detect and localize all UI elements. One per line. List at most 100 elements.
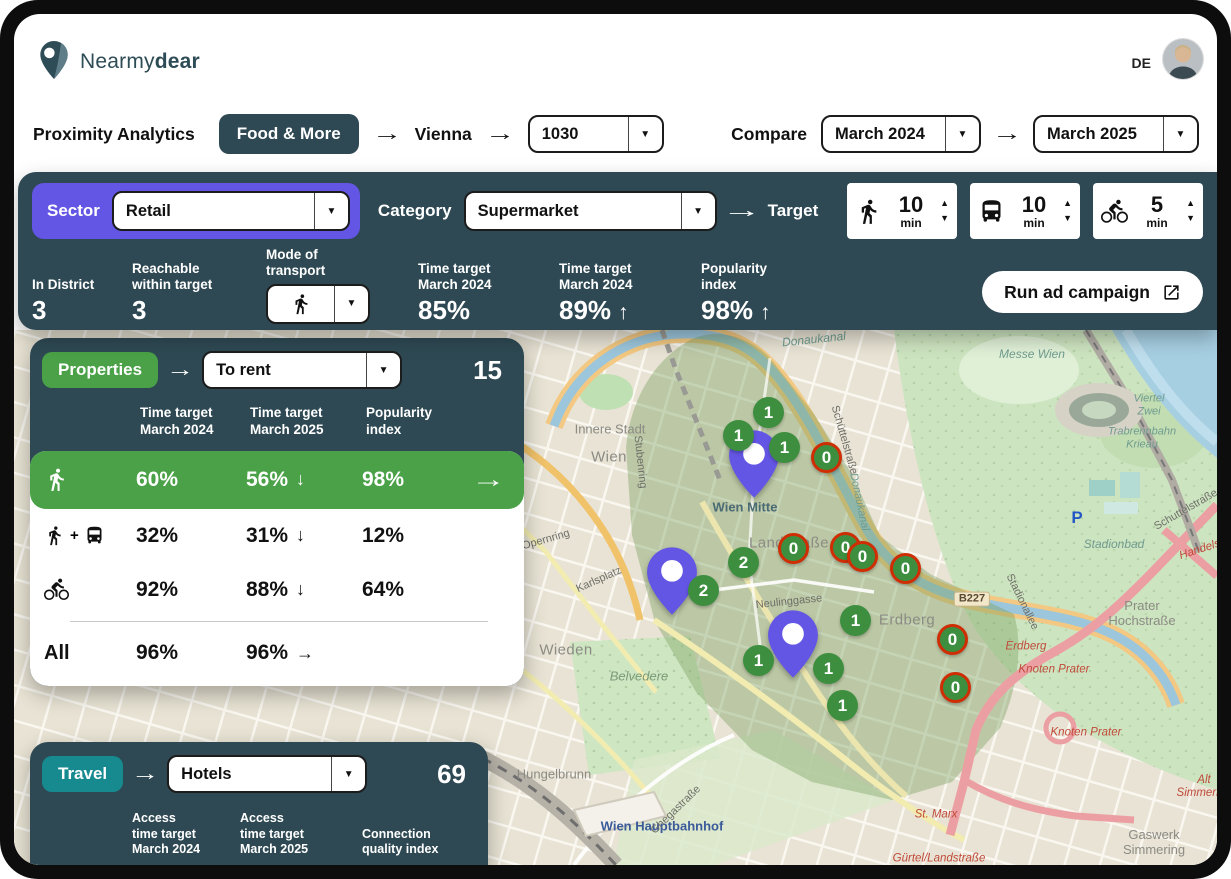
map-pin-marker[interactable]	[767, 610, 819, 678]
properties-button[interactable]: Properties	[42, 352, 158, 388]
map-label: Belvedere	[610, 670, 669, 685]
trend-up-icon: ↑	[760, 301, 771, 324]
chevron-down-icon: ▼	[366, 353, 400, 387]
map-label: Wien Mitte	[713, 501, 778, 516]
bike-minutes-stepper[interactable]: ▲▼	[1186, 199, 1195, 223]
travel-button[interactable]: Travel	[42, 756, 123, 792]
arrow-icon: →	[131, 763, 159, 786]
walk-icon	[44, 525, 65, 546]
map-label: P	[1071, 508, 1082, 528]
sector-select[interactable]: Retail ▼	[112, 191, 350, 231]
bus-icon	[84, 525, 105, 546]
map-label: Wien Hauptbahnhof	[601, 820, 724, 835]
trend-down-icon: ↓	[296, 469, 305, 490]
target-label: Target	[768, 201, 819, 221]
map-label: Handelskai	[1178, 533, 1217, 563]
map-count-marker[interactable]: 1	[813, 653, 844, 684]
app-window: Innere StadtWienWien MitteLandstraßeErdb…	[14, 14, 1217, 865]
chevron-down-icon: ▼	[628, 117, 662, 151]
map-label: Neulinggasse	[755, 592, 823, 612]
map-label: Prater Hochstraße	[1108, 599, 1175, 629]
category-label: Category	[378, 201, 452, 221]
language-selector[interactable]: DE	[1132, 55, 1151, 71]
step-down-icon: ▼	[1186, 214, 1195, 223]
step-down-icon: ▼	[1063, 214, 1072, 223]
trend-down-icon: ↓	[296, 525, 305, 546]
map-count-marker[interactable]: 1	[723, 420, 754, 451]
table-row-bike[interactable]: 92% 88%↓ 64%	[30, 563, 524, 617]
travel-type-select[interactable]: Hotels ▼	[167, 755, 367, 793]
page-title: Proximity Analytics	[33, 124, 195, 145]
map-label: B227	[954, 592, 990, 607]
map-count-marker-alert[interactable]: 0	[890, 553, 921, 584]
map-count-marker[interactable]: 1	[827, 690, 858, 721]
map-label: Messe Wien	[999, 348, 1065, 362]
period-from-select[interactable]: March 2024 ▼	[821, 115, 981, 153]
map-label: Wien	[591, 448, 627, 465]
walk-icon	[290, 293, 312, 315]
stat-popularity-index: Popularity index 98%↑	[701, 261, 851, 324]
stat-time-target-2024: Time target March 2024 85%	[418, 261, 559, 324]
table-row-walk[interactable]: 60% 56%↓ 98% →	[30, 451, 524, 509]
district-select[interactable]: 1030 ▼	[528, 115, 664, 153]
properties-count: 15	[473, 355, 508, 386]
step-up-icon: ▲	[940, 199, 949, 208]
category-scope-button[interactable]: Food & More	[219, 114, 359, 154]
map-label: Knoten Prater	[1019, 663, 1090, 676]
target-boxes: 10 min ▲▼ 10 min ▲▼ 5	[847, 183, 1203, 239]
target-bike: 5 min ▲▼	[1093, 183, 1203, 239]
run-ad-campaign-button[interactable]: Run ad campaign	[982, 271, 1203, 313]
bus-minutes-stepper[interactable]: ▲▼	[1063, 199, 1072, 223]
travel-count: 69	[437, 759, 472, 790]
map-label: Donaukanal	[847, 472, 872, 532]
row-action-arrow[interactable]: →	[471, 466, 518, 493]
target-bus: 10 min ▲▼	[970, 183, 1080, 239]
walk-minutes-stepper[interactable]: ▲▼	[940, 199, 949, 223]
map-count-marker-alert[interactable]: 0	[778, 533, 809, 564]
properties-type-select[interactable]: To rent ▼	[202, 351, 402, 389]
map-count-marker-alert[interactable]: 0	[847, 541, 878, 572]
mode-of-transport-select[interactable]: ▼	[266, 284, 370, 324]
map-count-marker[interactable]: 1	[769, 432, 800, 463]
target-walk: 10 min ▲▼	[847, 183, 957, 239]
period-to-select[interactable]: March 2025 ▼	[1033, 115, 1199, 153]
compare-group: Compare March 2024 ▼ → March 2025 ▼	[731, 115, 1199, 153]
map-count-marker-alert[interactable]: 0	[811, 442, 842, 473]
stat-mode-of-transport: Mode of transport ▼	[266, 247, 418, 324]
avatar[interactable]	[1163, 39, 1203, 79]
table-row-all[interactable]: All 96% 96%→	[30, 626, 524, 680]
map-count-marker[interactable]: 1	[743, 645, 774, 676]
device-frame: Innere StadtWienWien MitteLandstraßeErdb…	[0, 0, 1231, 879]
stat-reachable: Reachable within target 3	[132, 261, 266, 324]
map-count-marker[interactable]: 2	[728, 547, 759, 578]
map-count-marker-alert[interactable]: 0	[940, 672, 971, 703]
walk-icon	[44, 467, 69, 492]
external-link-icon	[1162, 283, 1181, 302]
toolbar: Proximity Analytics Food & More → Vienna…	[33, 112, 1199, 156]
step-down-icon: ▼	[940, 214, 949, 223]
chevron-down-icon: ▼	[1163, 117, 1197, 151]
header: Nearmydear DE	[14, 14, 1217, 102]
category-select[interactable]: Supermarket ▼	[464, 191, 717, 231]
map-count-marker[interactable]: 1	[753, 397, 784, 428]
map-label: Ghegastraße	[649, 783, 704, 837]
map-label: Stadionbad	[1084, 538, 1145, 552]
map-label: Erdberg	[1006, 640, 1047, 653]
step-up-icon: ▲	[1186, 199, 1195, 208]
map-count-marker-alert[interactable]: 0	[937, 624, 968, 655]
arrow-icon: →	[372, 123, 402, 146]
sector-bar: Sector Retail ▼ Category Supermarket ▼ →…	[18, 172, 1217, 330]
chevron-down-icon: ▼	[331, 757, 365, 791]
brand-pin-icon	[36, 40, 72, 80]
table-row-walk-bus[interactable]: + 32% 31%↓ 12%	[30, 509, 524, 563]
sector-label: Sector	[47, 201, 100, 221]
properties-table: 60% 56%↓ 98% → + 32% 31%↓ 12% 92% 88%↓	[30, 451, 524, 687]
travel-column-headers: Access time target March 2024 Access tim…	[30, 797, 488, 865]
bike-icon	[44, 577, 69, 602]
map-count-marker[interactable]: 1	[840, 605, 871, 636]
map-label: Stadionallee	[1003, 572, 1041, 632]
bus-icon	[978, 198, 1005, 225]
chevron-down-icon: ▼	[945, 117, 979, 151]
map-count-marker[interactable]: 2	[688, 575, 719, 606]
trend-down-icon: ↓	[296, 579, 305, 600]
